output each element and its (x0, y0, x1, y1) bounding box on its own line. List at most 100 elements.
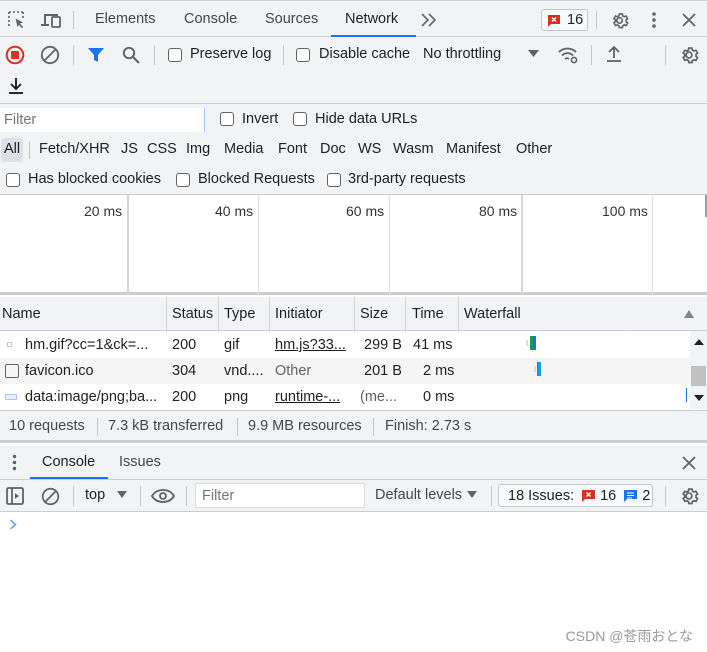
network-filter-input[interactable] (0, 108, 205, 132)
has-blocked-cookies-label[interactable]: Has blocked cookies (28, 171, 161, 187)
dropdown-arrow-icon[interactable] (467, 491, 477, 499)
request-name[interactable]: hm.gif?cc=1&ck=... (25, 337, 148, 353)
type-filter-img[interactable]: Img (186, 141, 210, 157)
console-prompt-chevron-icon[interactable] (9, 519, 17, 530)
table-row[interactable]: hm.gif?cc=1&ck=... 200 gif hm.js?33... 2… (0, 332, 690, 358)
table-row[interactable]: favicon.ico 304 vnd.... Other 201 B 2 ms (0, 358, 690, 384)
request-name[interactable]: favicon.ico (25, 363, 94, 379)
divider (73, 11, 74, 29)
timeline-tick-label: 40 ms (215, 203, 254, 219)
settings-gear-icon[interactable] (610, 11, 629, 30)
request-status: 304 (172, 363, 197, 379)
has-blocked-cookies-checkbox[interactable] (6, 173, 20, 187)
scrollbar-thumb[interactable] (691, 366, 706, 386)
request-initiator-link[interactable]: hm.js?33... (275, 337, 346, 353)
network-overview-timeline[interactable]: 20 ms 40 ms 60 ms 80 ms 100 ms (0, 195, 707, 295)
divider (665, 486, 666, 506)
column-header-waterfall[interactable]: Waterfall (464, 306, 521, 322)
blocked-requests-checkbox[interactable] (176, 173, 190, 187)
live-expression-eye-icon[interactable] (151, 489, 175, 503)
type-filter-font[interactable]: Font (278, 141, 307, 157)
hide-data-urls-checkbox[interactable] (293, 112, 307, 126)
drawer-menu-icon[interactable] (12, 454, 17, 471)
type-filter-all[interactable]: All (4, 141, 20, 157)
drawer-tab-issues[interactable]: Issues (119, 454, 161, 470)
request-initiator-link[interactable]: runtime-... (275, 389, 340, 405)
type-filter-doc[interactable]: Doc (320, 141, 346, 157)
sort-ascending-icon[interactable] (684, 310, 694, 318)
divider (283, 45, 284, 65)
devtools-main-tabbar: Elements Console Sources Network 16 (0, 0, 707, 37)
column-header-type[interactable]: Type (224, 306, 255, 322)
scroll-down-arrow-icon[interactable] (694, 395, 704, 401)
export-har-icon[interactable] (7, 77, 25, 95)
dropdown-arrow-icon[interactable] (528, 50, 539, 58)
chevrons-right-icon[interactable] (420, 12, 438, 28)
third-party-requests-checkbox[interactable] (327, 173, 341, 187)
info-issue-icon (624, 489, 638, 502)
search-icon[interactable] (122, 46, 140, 64)
resources-size: 9.9 MB resources (248, 418, 362, 434)
timeline-gridline (652, 195, 653, 295)
type-filter-ws[interactable]: WS (358, 141, 381, 157)
tab-sources[interactable]: Sources (265, 11, 318, 27)
column-header-size[interactable]: Size (360, 306, 388, 322)
request-name[interactable]: data:image/png;ba... (25, 389, 157, 405)
request-size: 299 B (364, 337, 402, 353)
drawer-tab-console[interactable]: Console (42, 454, 95, 470)
error-count-badge[interactable]: 16 (541, 9, 588, 31)
scroll-up-arrow-icon[interactable] (694, 339, 704, 345)
clear-console-icon[interactable] (41, 487, 60, 506)
context-selector[interactable]: top (85, 487, 105, 503)
type-filter-other[interactable]: Other (516, 141, 552, 157)
clear-icon[interactable] (40, 45, 60, 65)
request-initiator: Other (275, 363, 312, 379)
blocked-requests-label[interactable]: Blocked Requests (198, 171, 315, 187)
disable-cache-checkbox[interactable] (296, 48, 310, 62)
close-icon[interactable] (681, 12, 697, 28)
disable-cache-label[interactable]: Disable cache (319, 46, 410, 62)
table-scrollbar[interactable] (690, 331, 707, 409)
hide-data-urls-label[interactable]: Hide data URLs (315, 111, 417, 127)
device-toolbar-icon[interactable] (40, 11, 62, 29)
console-settings-gear-icon[interactable] (679, 486, 699, 506)
tab-network[interactable]: Network (345, 11, 398, 27)
preserve-log-checkbox[interactable] (168, 48, 182, 62)
column-header-name[interactable]: Name (2, 306, 41, 322)
type-filter-css[interactable]: CSS (147, 141, 177, 157)
invert-checkbox[interactable] (220, 112, 234, 126)
watermark: CSDN @苍雨おとな (565, 628, 693, 644)
type-filter-wasm[interactable]: Wasm (393, 141, 434, 157)
tab-console[interactable]: Console (184, 11, 237, 27)
log-levels-select[interactable]: Default levels (375, 487, 462, 503)
network-conditions-icon[interactable] (557, 45, 579, 65)
preserve-log-label[interactable]: Preserve log (190, 46, 271, 62)
inspect-element-icon[interactable] (8, 11, 26, 29)
type-filter-media[interactable]: Media (224, 141, 264, 157)
table-row[interactable]: data:image/png;ba... 200 png runtime-...… (0, 384, 690, 410)
invert-label[interactable]: Invert (242, 111, 278, 127)
column-header-time[interactable]: Time (412, 306, 444, 322)
issues-counter-button[interactable]: 18 Issues: 16 2 (498, 484, 653, 507)
close-drawer-icon[interactable] (681, 455, 697, 471)
tab-elements[interactable]: Elements (95, 11, 155, 27)
throttling-select[interactable]: No throttling (423, 46, 501, 62)
console-toolbar: top Default levels 18 Issues: 16 2 (0, 480, 707, 512)
show-sidebar-icon[interactable] (6, 487, 24, 505)
third-party-requests-label[interactable]: 3rd-party requests (348, 171, 466, 187)
waterfall-queue-bar (526, 340, 528, 346)
more-options-icon[interactable] (651, 11, 657, 29)
divider (73, 486, 74, 506)
type-filter-fetch-xhr[interactable]: Fetch/XHR (39, 141, 110, 157)
console-filter-input[interactable] (195, 483, 365, 508)
network-settings-gear-icon[interactable] (679, 45, 699, 65)
type-filter-manifest[interactable]: Manifest (446, 141, 501, 157)
column-header-status[interactable]: Status (172, 306, 213, 322)
filter-funnel-icon[interactable] (88, 47, 104, 63)
type-filter-js[interactable]: JS (121, 141, 138, 157)
import-har-icon[interactable] (605, 45, 623, 63)
column-header-initiator[interactable]: Initiator (275, 306, 323, 322)
dropdown-arrow-icon[interactable] (117, 491, 127, 499)
request-count: 10 requests (9, 418, 85, 434)
record-stop-icon[interactable] (5, 45, 25, 65)
